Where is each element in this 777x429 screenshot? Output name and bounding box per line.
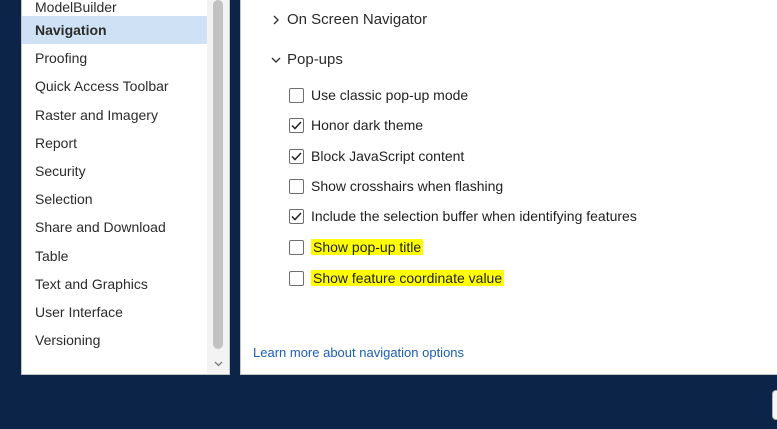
checkmark-icon [291,211,302,221]
scroll-down-arrow-icon[interactable] [207,354,229,374]
sidebar-item-user-interface[interactable]: User Interface [22,298,207,326]
section-pop-ups[interactable]: Pop-ups [271,51,343,68]
sidebar-item-security[interactable]: Security [22,157,207,185]
chevron-down-icon [271,55,281,65]
checkbox-checked[interactable] [289,148,304,164]
option-include-selection-buffer[interactable]: Include the selection buffer when identi… [289,206,637,226]
option-show-feature-coordinate-value[interactable]: Show feature coordinate value [289,268,505,288]
option-label: Block JavaScript content [311,148,465,164]
checkbox-checked[interactable] [289,208,304,224]
checkbox-checked[interactable] [289,117,304,133]
learn-more-navigation-link[interactable]: Learn more about navigation options [253,345,464,360]
option-label: Honor dark theme [311,117,424,133]
option-show-crosshairs-when-flashing[interactable]: Show crosshairs when flashing [289,176,503,196]
section-title: On Screen Navigator [287,11,428,28]
sidebar-item-share-and-download[interactable]: Share and Download [22,213,207,241]
checkbox-unchecked[interactable] [289,239,304,255]
options-category-list: ModelBuilder Navigation Proofing Quick A… [22,0,207,354]
option-label: Show crosshairs when flashing [311,178,504,194]
sidebar-item-text-and-graphics[interactable]: Text and Graphics [22,270,207,298]
sidebar-item-selection[interactable]: Selection [22,185,207,213]
section-title: Pop-ups [287,51,343,68]
option-block-javascript-content[interactable]: Block JavaScript content [289,146,464,166]
sidebar-item-report[interactable]: Report [22,129,207,157]
scrollbar-thumb[interactable] [213,0,223,349]
sidebar-scrollbar[interactable] [207,0,229,374]
checkmark-icon [291,151,302,161]
sidebar-item-quick-access-toolbar[interactable]: Quick Access Toolbar [22,72,207,100]
sidebar-item-modelbuilder[interactable]: ModelBuilder [22,0,207,16]
option-use-classic-pop-up-mode[interactable]: Use classic pop-up mode [289,85,468,105]
sidebar-item-raster-and-imagery[interactable]: Raster and Imagery [22,101,207,129]
dialog-button-partial[interactable] [772,390,777,420]
option-label: Include the selection buffer when identi… [311,208,637,224]
option-label: Use classic pop-up mode [311,87,469,103]
option-honor-dark-theme[interactable]: Honor dark theme [289,115,423,135]
option-label-highlighted: Show feature coordinate value [311,270,505,286]
checkmark-icon [291,120,302,130]
sidebar-item-proofing[interactable]: Proofing [22,44,207,72]
section-on-screen-navigator[interactable]: On Screen Navigator [271,11,427,28]
sidebar-item-versioning[interactable]: Versioning [22,326,207,354]
checkbox-unchecked[interactable] [289,178,304,194]
chevron-right-icon [271,15,281,25]
checkbox-unchecked[interactable] [289,270,304,286]
sidebar-item-table[interactable]: Table [22,242,207,270]
option-label-highlighted: Show pop-up title [311,239,424,255]
navigation-options-panel: On Screen Navigator Pop-ups Use classic … [240,0,777,375]
options-sidebar: ModelBuilder Navigation Proofing Quick A… [21,0,230,375]
sidebar-item-navigation[interactable]: Navigation [22,16,207,45]
checkbox-unchecked[interactable] [289,87,304,103]
option-show-pop-up-title[interactable]: Show pop-up title [289,237,424,257]
